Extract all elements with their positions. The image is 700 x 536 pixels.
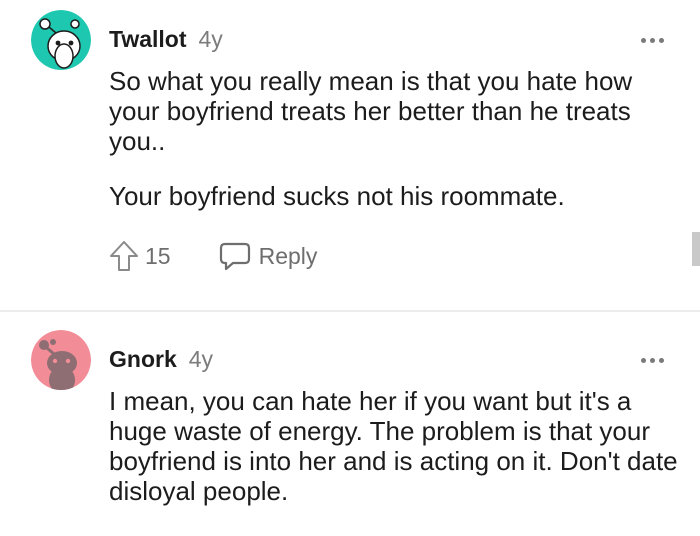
author-line: Twallot 4y — [109, 26, 223, 53]
comment-gnork: Gnork 4y I mean, you can hate her if you… — [0, 312, 700, 536]
vote-count: 15 — [145, 242, 171, 269]
snoo-avatar-icon — [31, 330, 91, 390]
username[interactable]: Gnork — [109, 346, 177, 373]
avatar[interactable] — [31, 10, 91, 70]
snoo-avatar-icon — [31, 10, 91, 70]
speech-bubble-icon — [219, 242, 250, 271]
comment-twallot: Twallot 4y So what you really mean is th… — [0, 0, 700, 310]
comment-body-paragraph: I mean, you can hate her if you want but… — [109, 386, 678, 506]
comment-age: 4y — [188, 346, 214, 372]
more-options-icon[interactable] — [641, 358, 664, 363]
upvote-button[interactable]: 15 — [109, 240, 171, 272]
comment-actions: 15 Reply — [109, 238, 317, 274]
scrollbar-thumb[interactable] — [692, 232, 700, 266]
avatar[interactable] — [31, 330, 91, 390]
comment-body-paragraph: Your boyfriend sucks not his roommate. — [109, 181, 565, 211]
comment-age: 4y — [198, 26, 223, 52]
comment-body-paragraph: So what you really mean is that you hate… — [109, 66, 633, 156]
upvote-arrow-icon — [110, 241, 138, 271]
reply-button[interactable]: Reply — [219, 241, 318, 271]
author-line: Gnork 4y — [109, 346, 213, 373]
username[interactable]: Twallot — [109, 26, 187, 53]
more-options-icon[interactable] — [641, 38, 664, 43]
reply-label: Reply — [258, 242, 318, 269]
